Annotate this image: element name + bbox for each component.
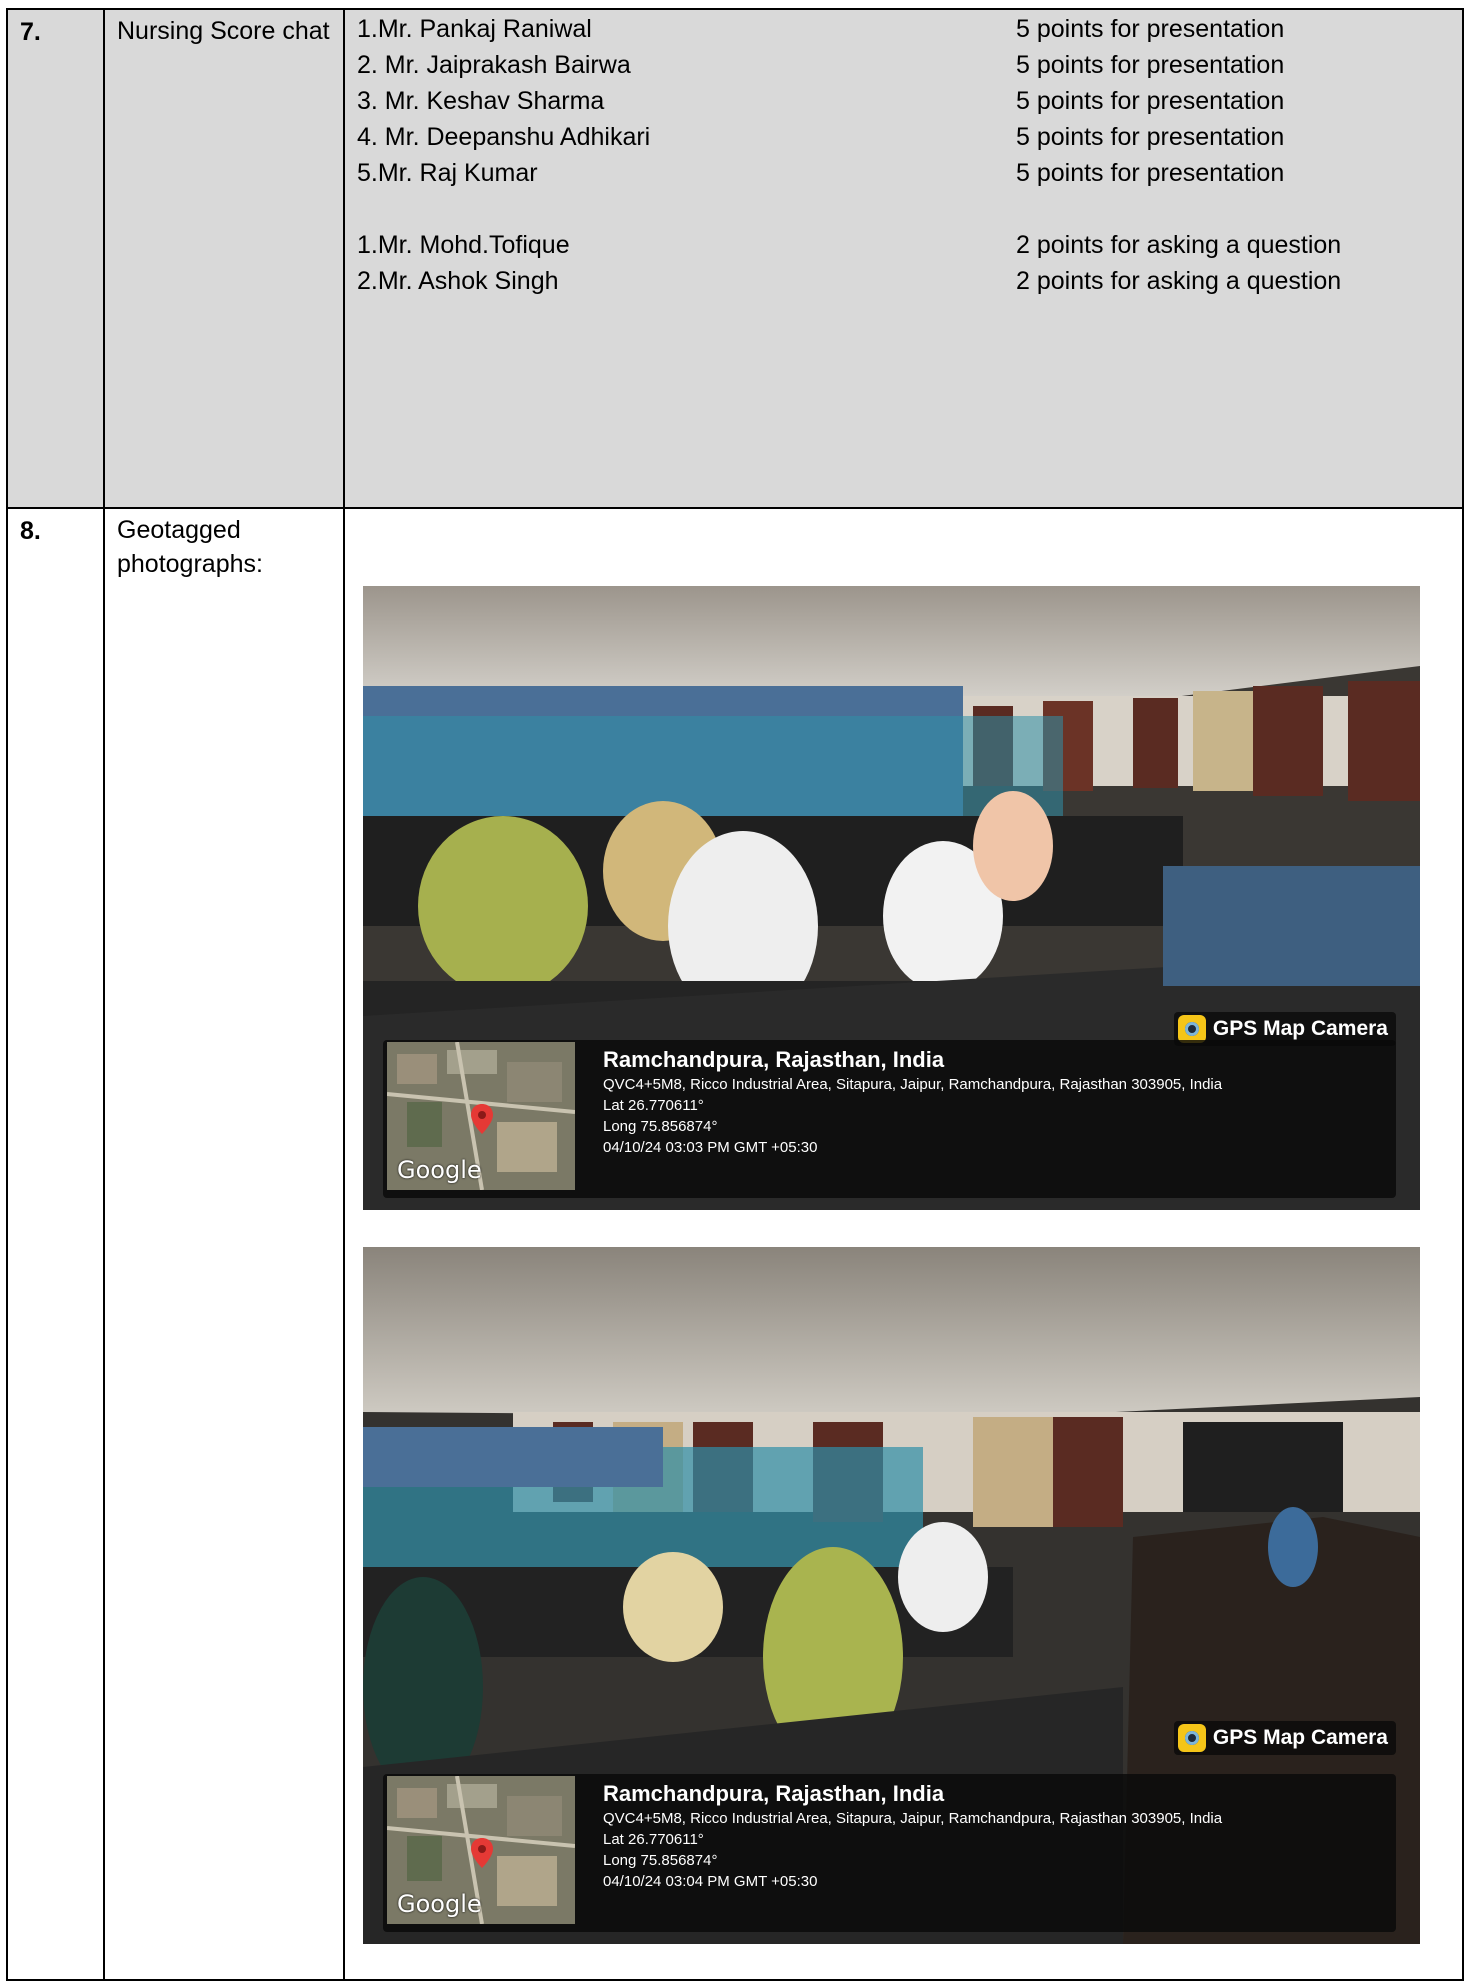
participant-points: 5 points for presentation <box>1016 87 1285 115</box>
map-provider-label: Google <box>397 1156 482 1184</box>
latitude: Lat 26.770611° <box>603 1097 704 1114</box>
row-label-cell: Nursing Score chat <box>103 8 345 509</box>
participant-name: 1.Mr. Mohd.Tofique <box>357 231 570 259</box>
table-row-nursing-score: 7. Nursing Score chat 1.Mr. Pankaj Raniw… <box>6 8 1464 509</box>
map-provider-label: Google <box>397 1890 482 1918</box>
longitude: Long 75.856874° <box>603 1118 718 1135</box>
participant-points: 2 points for asking a question <box>1016 267 1342 295</box>
participant-points: 5 points for presentation <box>1016 159 1285 187</box>
row-number-cell: 8. <box>6 507 105 1981</box>
longitude: Long 75.856874° <box>603 1852 718 1869</box>
gps-map-camera-badge: GPS Map Camera <box>1173 1721 1396 1755</box>
map-pin-icon <box>471 1104 493 1134</box>
camera-app-icon <box>1177 1724 1206 1752</box>
latitude: Lat 26.770611° <box>603 1831 704 1848</box>
geotagged-photo: GPS Map Camera Google Ramchandpura, Raja… <box>363 1247 1420 1944</box>
score-list: 1.Mr. Pankaj Raniwal 5 points for presen… <box>345 10 1462 507</box>
score-list-cell: 1.Mr. Pankaj Raniwal 5 points for presen… <box>343 8 1464 509</box>
participant-name: 1.Mr. Pankaj Raniwal <box>357 15 592 43</box>
row-number: 8. <box>20 517 41 545</box>
document-page: 7. Nursing Score chat 1.Mr. Pankaj Raniw… <box>0 0 1465 1981</box>
participant-name: 2.Mr. Ashok Singh <box>357 267 559 295</box>
participant-name: 4. Mr. Deepanshu Adhikari <box>357 123 651 151</box>
participant-name: 2. Mr. Jaiprakash Bairwa <box>357 51 631 79</box>
gps-info-text: Ramchandpura, Rajasthan, India QVC4+5M8,… <box>603 1046 1363 1158</box>
badge-label: GPS Map Camera <box>1212 1017 1388 1040</box>
row-label: Nursing Score chat <box>117 17 330 45</box>
location-title: Ramchandpura, Rajasthan, India <box>603 1047 945 1072</box>
participant-points: 2 points for asking a question <box>1016 231 1342 259</box>
row-number-cell: 7. <box>6 8 105 509</box>
gps-info-overlay: Google Ramchandpura, Rajasthan, India QV… <box>383 1040 1396 1198</box>
row-label-cell: Geotagged photographs: <box>103 507 345 1981</box>
badge-label: GPS Map Camera <box>1212 1726 1388 1749</box>
map-thumbnail: Google <box>387 1042 575 1190</box>
row-number: 7. <box>20 18 41 46</box>
row-label: Geotagged photographs: <box>117 516 263 578</box>
participant-points: 5 points for presentation <box>1016 51 1285 79</box>
timestamp: 04/10/24 03:03 PM GMT +05:30 <box>603 1139 818 1156</box>
map-thumbnail: Google <box>387 1776 575 1924</box>
timestamp: 04/10/24 03:04 PM GMT +05:30 <box>603 1873 818 1890</box>
gps-info-overlay: Google Ramchandpura, Rajasthan, India QV… <box>383 1774 1396 1932</box>
camera-app-icon <box>1177 1015 1206 1043</box>
map-pin-icon <box>471 1838 493 1868</box>
location-title: Ramchandpura, Rajasthan, India <box>603 1781 945 1806</box>
location-address: QVC4+5M8, Ricco Industrial Area, Sitapur… <box>603 1076 1223 1093</box>
geotagged-photo: GPS Map Camera Google Ramchandpura, Raja… <box>363 586 1420 1210</box>
participant-name: 5.Mr. Raj Kumar <box>357 159 538 187</box>
location-address: QVC4+5M8, Ricco Industrial Area, Sitapur… <box>603 1810 1223 1827</box>
participant-points: 5 points for presentation <box>1016 123 1285 151</box>
participant-name: 3. Mr. Keshav Sharma <box>357 87 605 115</box>
gps-info-text: Ramchandpura, Rajasthan, India QVC4+5M8,… <box>603 1780 1363 1892</box>
participant-points: 5 points for presentation <box>1016 15 1285 43</box>
